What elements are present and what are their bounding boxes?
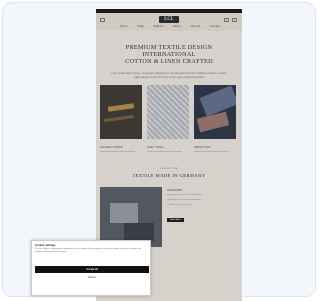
nav-item-fabrics[interactable]: Fabrics [154,25,164,28]
nav-item-home[interactable]: Home [120,25,128,28]
story-text: Our Story Lorem ipsum dolor sit amet con… [167,187,238,247]
nav-item-about[interactable]: About [173,25,181,28]
cookie-text: We use cookies to improve your experienc… [35,248,142,253]
product-grid: Golden Stripe Lorem ipsum dolor sit amet… [96,85,242,154]
main-nav: Home Shop Fabrics About Journal Contact [120,25,220,28]
story-line: incididunt ut labore et dolore [167,204,193,206]
nav-item-shop[interactable]: Shop [137,25,144,28]
product-card[interactable]: Indigo Silk Lorem ipsum dolor sit amet c… [194,85,236,154]
product-subtext: Lorem ipsum dolor sit amet consectetur [194,151,230,154]
product-card[interactable]: Golden Stripe Lorem ipsum dolor sit amet… [100,85,142,154]
hero-section: Premium Textile Design International Cot… [96,31,242,79]
collection-section: Collection Textile Made In Germany [96,168,242,178]
menu-icon[interactable] [100,18,105,22]
preview-card: LCL Home Shop Fabrics About Journal Cont… [2,2,316,301]
product-image[interactable] [100,85,142,140]
story-line: adipiscing elit sed do eiusmod tempor [167,199,201,201]
product-image[interactable] [194,85,236,140]
product-label[interactable]: Golden Stripe [100,146,142,149]
product-image[interactable] [147,85,189,140]
story-image [100,187,162,247]
cart-icon[interactable] [232,18,237,22]
nav-item-contact[interactable]: Contact [210,25,220,28]
story-line: Lorem ipsum dolor sit amet consectetur [167,194,203,196]
site-header: LCL Home Shop Fabrics About Journal Cont… [96,13,242,31]
product-subtext: Lorem ipsum dolor sit amet consectetur [147,151,183,154]
story-block: Our Story Lorem ipsum dolor sit amet con… [96,187,242,247]
nav-item-journal[interactable]: Journal [190,25,200,28]
story-heading: Our Story [167,189,183,192]
decline-cookies-button[interactable]: Decline [35,275,149,281]
product-subtext: Lorem ipsum dolor sit amet consectetur [100,151,136,154]
cookie-consent-modal: Cookie settings We use cookies to improv… [31,240,151,296]
read-more-button[interactable]: Read More [167,218,184,222]
cookie-title: Cookie settings [35,243,56,247]
product-label[interactable]: Grey Twill [147,146,189,149]
search-icon[interactable] [224,18,229,22]
section-kicker: Collection [160,168,178,170]
product-card[interactable]: Grey Twill Lorem ipsum dolor sit amet co… [147,85,189,154]
section-title: Textile Made In Germany [132,173,206,178]
product-label[interactable]: Indigo Silk [194,146,236,149]
hero-text: Lorem ipsum dolor sit amet, consectetur … [111,72,227,79]
hero-title: Premium Textile Design International Cot… [125,44,213,65]
site-logo[interactable]: LCL [159,16,179,23]
accept-cookies-button[interactable]: Accept all [35,266,149,273]
